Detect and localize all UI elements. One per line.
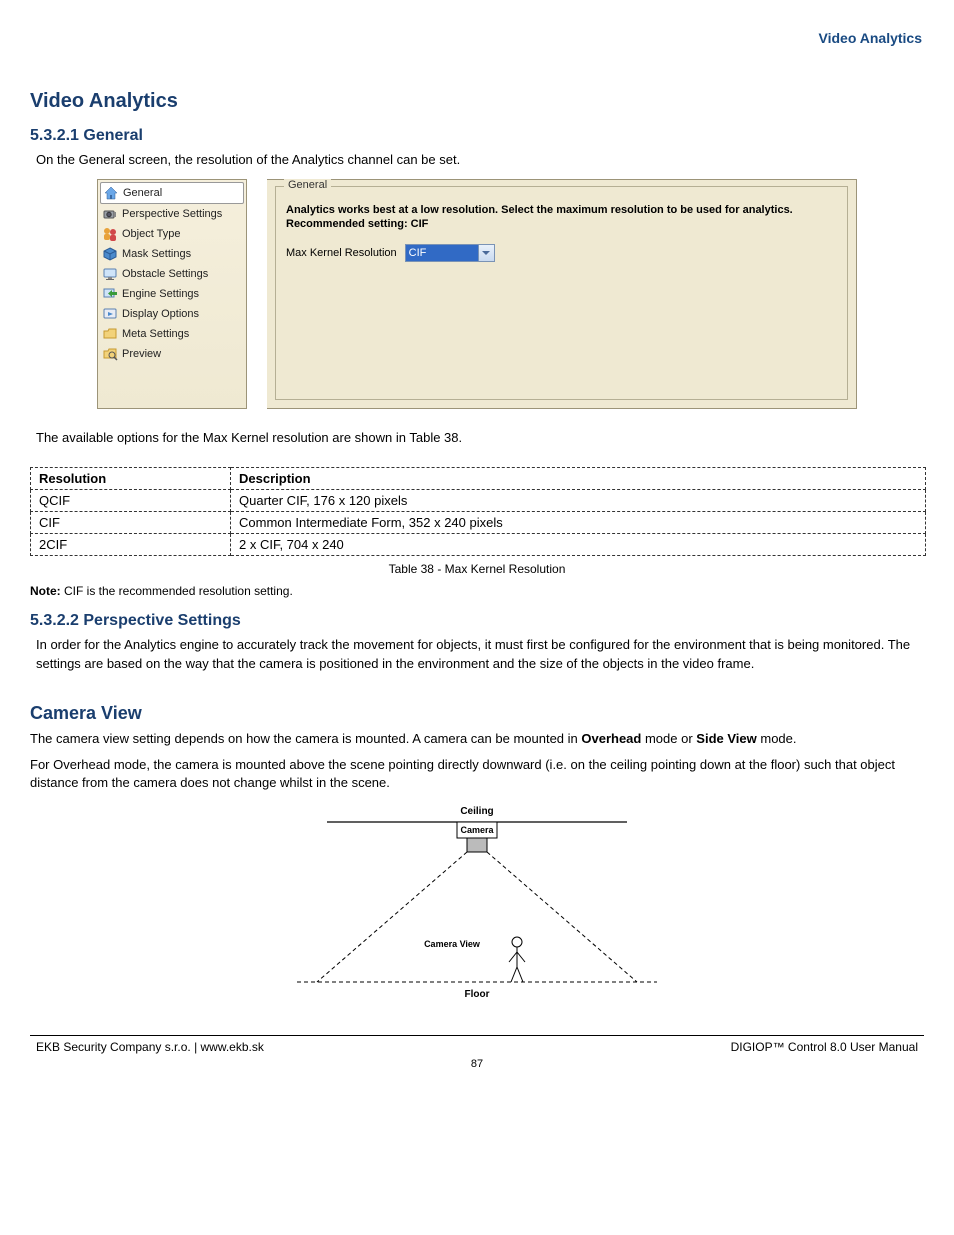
- page-footer: EKB Security Company s.r.o. | www.ekb.sk…: [30, 1035, 924, 1054]
- people-icon: [102, 226, 118, 242]
- cube-icon: [102, 246, 118, 262]
- panel-description: Analytics works best at a low resolution…: [286, 203, 837, 232]
- table-note: Note: CIF is the recommended resolution …: [30, 584, 924, 598]
- sidebar-item-label: Object Type: [122, 228, 181, 240]
- page-number: 87: [30, 1058, 924, 1070]
- sidebar-item-label: Perspective Settings: [122, 208, 222, 220]
- section-5-3-2-1-para: On the General screen, the resolution of…: [36, 151, 924, 169]
- table-row: CIF Common Intermediate Form, 352 x 240 …: [31, 512, 926, 534]
- camera-view-label: Camera View: [424, 939, 481, 949]
- table-header-right: Description: [231, 468, 926, 490]
- sidebar-item-display[interactable]: Display Options: [100, 304, 244, 324]
- table-row: QCIF Quarter CIF, 176 x 120 pixels: [31, 490, 926, 512]
- sidebar-item-label: Mask Settings: [122, 248, 191, 260]
- fieldset-legend: General: [284, 179, 331, 191]
- table-caption: Table 38 - Max Kernel Resolution: [30, 562, 924, 576]
- person-icon: [509, 937, 525, 982]
- sidebar-item-object-type[interactable]: Object Type: [100, 224, 244, 244]
- house-icon: [103, 185, 119, 201]
- magnifier-icon: [102, 346, 118, 362]
- sidebar-item-label: Meta Settings: [122, 328, 189, 340]
- text-after-screenshot: The available options for the Max Kernel…: [36, 429, 924, 447]
- section-5-3-2-2-heading: 5.3.2.2 Perspective Settings: [30, 612, 924, 630]
- analytics-general-screenshot: General Perspective Settings Object Type…: [97, 179, 857, 409]
- section-5-3-2-2-para1: In order for the Analytics engine to acc…: [36, 636, 924, 672]
- table-row: 2CIF 2 x CIF, 704 x 240: [31, 534, 926, 556]
- header-title: Video Analytics: [819, 30, 922, 46]
- sidebar-item-label: Preview: [122, 348, 161, 360]
- sidebar-item-label: Engine Settings: [122, 288, 199, 300]
- dropdown-value: CIF: [406, 245, 478, 261]
- settings-sidebar: General Perspective Settings Object Type…: [97, 179, 247, 409]
- floor-label: Floor: [465, 989, 490, 1000]
- general-fieldset: General Analytics works best at a low re…: [275, 186, 848, 400]
- camera-overhead-diagram: Ceiling Camera Floor Camera View: [277, 802, 677, 1005]
- general-panel: General Analytics works best at a low re…: [267, 179, 857, 409]
- sidebar-item-perspective[interactable]: Perspective Settings: [100, 204, 244, 224]
- sidebar-item-mask[interactable]: Mask Settings: [100, 244, 244, 264]
- sidebar-item-engine[interactable]: Engine Settings: [100, 284, 244, 304]
- max-kernel-dropdown[interactable]: CIF: [405, 244, 495, 262]
- chevron-down-icon: [478, 245, 494, 261]
- overhead-mode-para: For Overhead mode, the camera is mounted…: [30, 756, 924, 792]
- sidebar-item-label: General: [123, 187, 162, 199]
- camera-view-para: The camera view setting depends on how t…: [30, 730, 924, 748]
- sidebar-item-obstacle[interactable]: Obstacle Settings: [100, 264, 244, 284]
- footer-left: EKB Security Company s.r.o. | www.ekb.sk: [36, 1040, 264, 1054]
- sidebar-item-general[interactable]: General: [100, 182, 244, 204]
- sidebar-item-meta[interactable]: Meta Settings: [100, 324, 244, 344]
- max-kernel-label: Max Kernel Resolution: [286, 247, 397, 259]
- footer-right: DIGIOP™ Control 8.0 User Manual: [731, 1040, 918, 1054]
- table-header-left: Resolution: [31, 468, 231, 490]
- ceiling-label: Ceiling: [460, 806, 493, 817]
- camera-label: Camera: [460, 825, 494, 835]
- section-5-3-2-1-heading: 5.3.2.1 General: [30, 127, 924, 145]
- gear-arrow-icon: [102, 286, 118, 302]
- doc-title: Video Analytics: [30, 90, 924, 113]
- folder-icon: [102, 326, 118, 342]
- monitor-icon: [102, 266, 118, 282]
- display-icon: [102, 306, 118, 322]
- sidebar-item-label: Obstacle Settings: [122, 268, 208, 280]
- resolution-table: Resolution Description QCIF Quarter CIF,…: [30, 467, 926, 556]
- sidebar-item-label: Display Options: [122, 308, 199, 320]
- camera-view-heading: Camera View: [30, 703, 924, 724]
- sidebar-item-preview[interactable]: Preview: [100, 344, 244, 364]
- camera-icon: [102, 206, 118, 222]
